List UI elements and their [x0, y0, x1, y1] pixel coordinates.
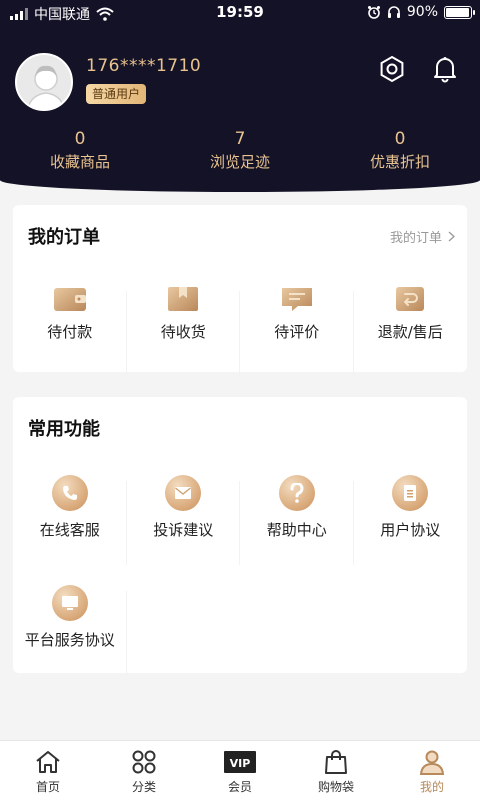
function-label: 平台服务协议: [24, 631, 115, 649]
stat-favorites[interactable]: 0 收藏商品: [0, 128, 160, 173]
home-icon: [36, 751, 60, 773]
stat-label: 优惠折扣: [369, 153, 430, 171]
stat-value: 0: [74, 129, 86, 149]
settings-icon[interactable]: [377, 54, 407, 84]
order-label: 待收货: [160, 323, 206, 341]
phone-icon: [51, 475, 88, 511]
category-icon: [132, 750, 156, 774]
tab-label: 购物袋: [317, 780, 354, 794]
avatar[interactable]: [15, 53, 73, 111]
stat-label: 收藏商品: [49, 153, 110, 171]
order-label: 待评价: [274, 323, 320, 341]
function-label: 在线客服: [39, 521, 100, 539]
function-complaints[interactable]: 投诉建议: [127, 475, 240, 585]
vip-text: VIP: [230, 757, 251, 770]
document-icon: [392, 475, 429, 511]
functions-card: 常用功能 在线客服 投诉建议 帮助中心 用户协议 平台服务协议: [13, 397, 468, 675]
battery-icon: [444, 5, 475, 19]
stat-coupons[interactable]: 0 优惠折扣: [320, 128, 480, 173]
tab-home[interactable]: 首页: [0, 741, 96, 800]
user-phone: 176****1710: [86, 56, 202, 76]
monitor-icon: [51, 585, 88, 621]
tab-label: 首页: [35, 780, 60, 794]
stat-label: 浏览足迹: [209, 153, 270, 171]
function-user-agreement[interactable]: 用户协议: [354, 475, 468, 585]
order-pending-review[interactable]: 待评价: [240, 285, 354, 375]
order-pending-receipt[interactable]: 待收货: [127, 285, 240, 375]
battery-percent: 90%: [406, 4, 438, 20]
function-customer-service[interactable]: 在线客服: [13, 475, 127, 585]
profile-header: 中国联通 19:59 90% 176****1710 普通用户 0 收藏商品 7…: [0, 0, 480, 192]
order-refund[interactable]: 退款/售后: [354, 285, 468, 342]
tab-label: 会员: [227, 780, 252, 794]
orders-card: 我的订单 我的订单 待付款 待收货 待评价 退款/售后: [13, 205, 468, 375]
status-bar: 中国联通 19:59 90%: [0, 0, 480, 26]
tab-category[interactable]: 分类: [96, 741, 192, 800]
order-label: 待付款: [47, 323, 93, 341]
function-label: 用户协议: [380, 521, 441, 539]
shopping-bag-icon: [325, 750, 347, 774]
function-label: 投诉建议: [153, 521, 214, 539]
order-label: 退款/售后: [377, 323, 443, 341]
function-label: 帮助中心: [266, 521, 327, 539]
user-icon: [419, 750, 445, 775]
tab-vip[interactable]: VIP 会员: [192, 741, 288, 800]
functions-title: 常用功能: [28, 419, 100, 440]
all-orders-link[interactable]: 我的订单: [390, 227, 455, 246]
alarm-icon: [367, 6, 380, 19]
stats-row: 0 收藏商品 7 浏览足迹 0 优惠折扣: [0, 128, 480, 173]
headphones-icon: [387, 6, 400, 18]
question-icon: [278, 475, 315, 511]
member-badge: 普通用户: [86, 84, 147, 104]
orders-title: 我的订单: [28, 227, 100, 248]
tab-mine[interactable]: 我的: [384, 741, 480, 800]
wallet-icon: [53, 288, 86, 311]
stat-value: 7: [234, 129, 246, 149]
tab-shopping-bag[interactable]: 购物袋: [288, 741, 384, 800]
refund-icon: [396, 287, 425, 311]
chevron-right-icon: [448, 231, 455, 242]
stat-history[interactable]: 7 浏览足迹: [160, 128, 320, 173]
package-icon: [168, 287, 199, 311]
vip-icon: VIP: [224, 751, 256, 773]
bell-icon[interactable]: [430, 54, 460, 84]
tab-label: 我的: [419, 780, 444, 794]
bottom-tab-bar: 首页 分类 VIP 会员 购物袋 我的: [0, 740, 480, 800]
function-platform-agreement[interactable]: 平台服务协议: [13, 585, 127, 695]
comment-icon: [281, 288, 312, 311]
mail-icon: [165, 475, 202, 511]
tab-label: 分类: [131, 780, 156, 794]
function-help-center[interactable]: 帮助中心: [240, 475, 354, 585]
all-orders-label: 我的订单: [389, 231, 442, 246]
order-pending-payment[interactable]: 待付款: [13, 285, 127, 375]
stat-value: 0: [394, 129, 406, 149]
